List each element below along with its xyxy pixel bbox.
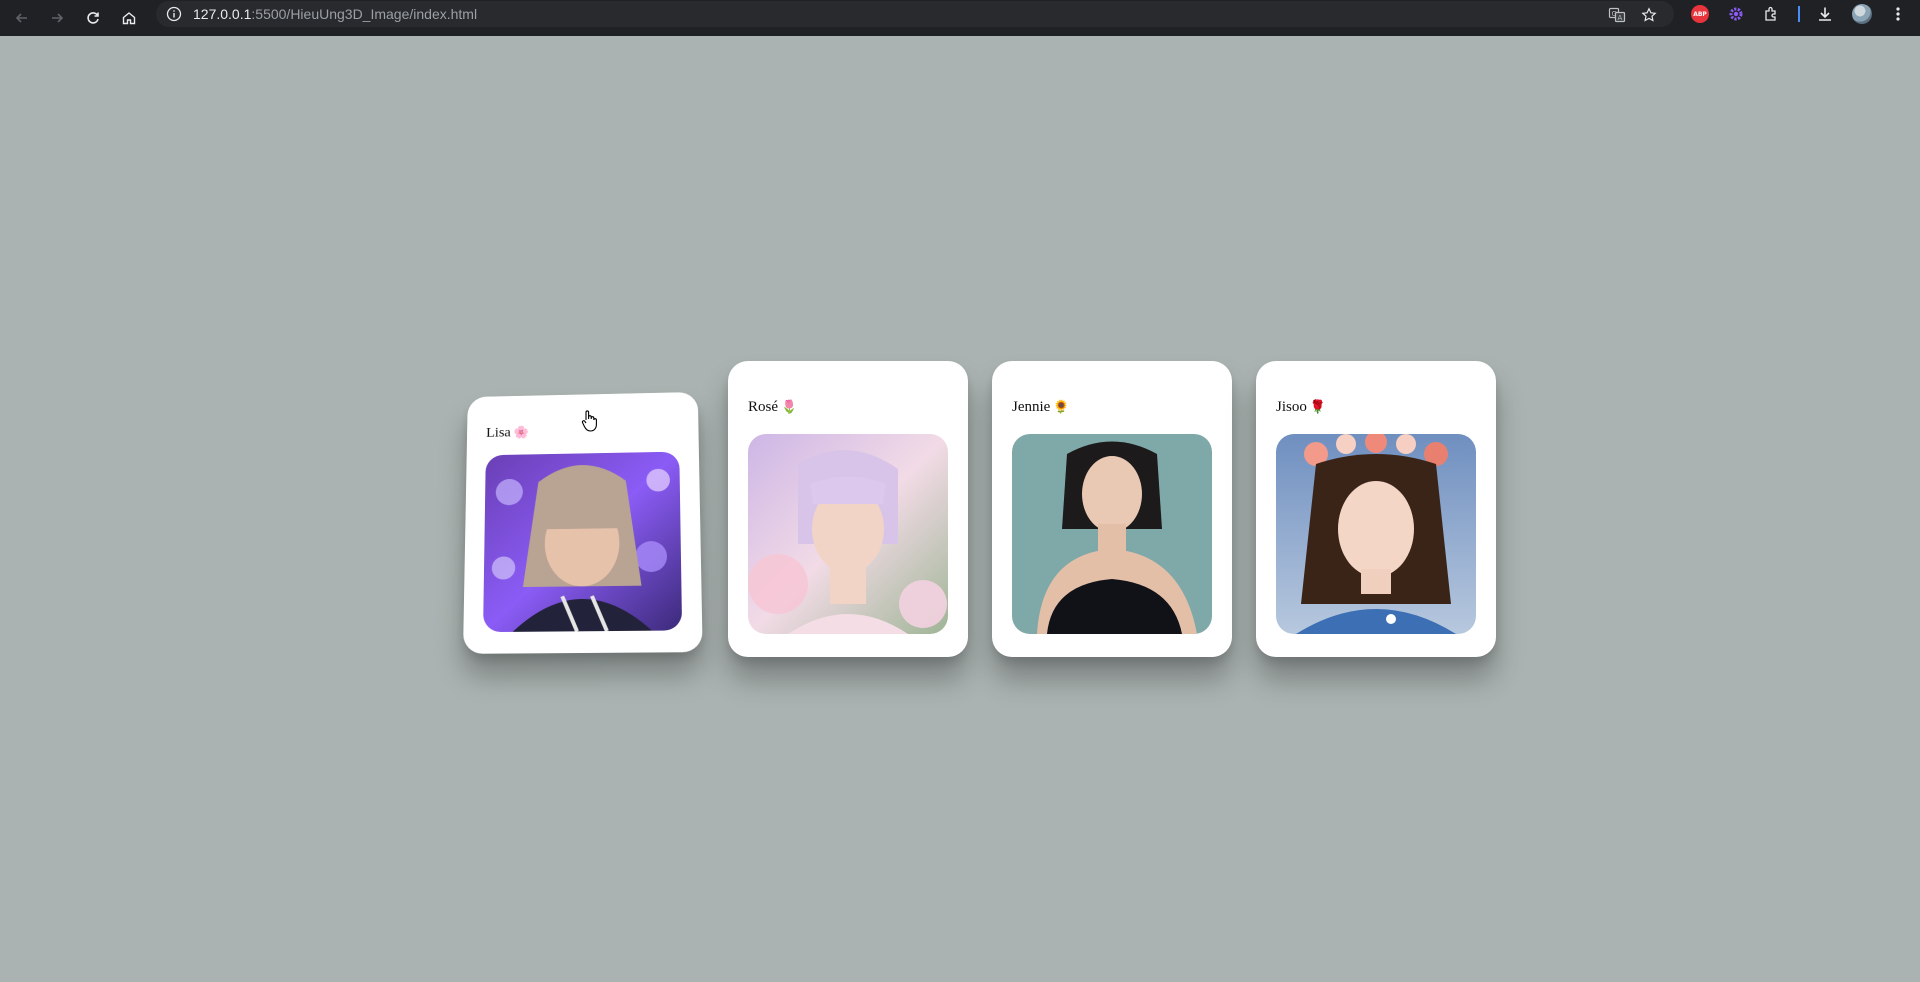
reload-button[interactable]: [79, 4, 107, 32]
download-icon: [1819, 7, 1831, 21]
forward-button[interactable]: [43, 4, 71, 32]
url-host: 127.0.0.1: [193, 6, 252, 22]
menu-kebab-icon: [1896, 7, 1900, 21]
blossom-icon: 🌸: [513, 425, 530, 440]
profile-avatar-icon: [1852, 4, 1872, 24]
card-title: Rosé 🌷: [748, 399, 797, 416]
toolbar-divider: [1798, 6, 1800, 22]
extension-gear-icon: [1729, 7, 1743, 21]
reload-icon: [87, 12, 99, 24]
card-title: Jisoo 🌹: [1276, 399, 1326, 416]
card-photo: [748, 434, 948, 634]
address-bar[interactable]: 127.0.0.1:5500/HieuUng3D_Image/index.htm…: [156, 1, 1674, 27]
card-jennie[interactable]: Jennie 🌻: [992, 361, 1232, 657]
card-rose[interactable]: Rosé 🌷: [728, 361, 968, 657]
translate-button[interactable]: G A: [1608, 6, 1626, 24]
card-title: Lisa 🌸: [486, 425, 529, 441]
gear-extension[interactable]: [1725, 3, 1747, 25]
card-photo: [483, 451, 683, 633]
bookmark-star-icon: [1641, 7, 1657, 22]
tulip-icon: 🌷: [781, 400, 798, 415]
browser-toolbar: 127.0.0.1:5500/HieuUng3D_Image/index.htm…: [0, 0, 1920, 36]
url-path: :5500/HieuUng3D_Image/index.html: [251, 6, 478, 22]
card-jisoo[interactable]: Jisoo 🌹: [1256, 361, 1496, 657]
card-title: Jennie 🌻: [1012, 399, 1070, 416]
forward-icon: [52, 13, 64, 23]
back-button[interactable]: [8, 4, 36, 32]
extensions-puzzle-icon: [1765, 6, 1776, 21]
url-text[interactable]: 127.0.0.1:5500/HieuUng3D_Image/index.htm…: [193, 6, 477, 22]
back-icon: [15, 13, 27, 23]
portrait-image: [1012, 434, 1212, 634]
adblock-icon: ABP: [1691, 5, 1709, 23]
extensions-button[interactable]: [1761, 3, 1783, 25]
card-photo: [1276, 434, 1476, 634]
page-content: Lisa 🌸 Rosé 🌷 Jennie 🌻 Jisoo 🌹: [0, 36, 1920, 982]
card-name: Jennie: [1012, 399, 1051, 415]
bookmark-button[interactable]: [1640, 6, 1658, 24]
adblock-extension[interactable]: ABP: [1689, 3, 1711, 25]
home-icon: [122, 12, 136, 25]
card-photo: [1012, 434, 1212, 634]
portrait-image: [748, 434, 948, 634]
downloads-button[interactable]: [1814, 3, 1836, 25]
sunflower-icon: 🌻: [1053, 400, 1070, 415]
rose-icon: 🌹: [1309, 400, 1327, 415]
svg-text:A: A: [1618, 14, 1623, 22]
card-name: Rosé: [748, 399, 778, 415]
portrait-image: [483, 451, 683, 633]
portrait-image: [1276, 434, 1476, 634]
hand-cursor-icon: [581, 410, 597, 432]
profile-button[interactable]: [1851, 3, 1873, 25]
card-name: Lisa: [486, 425, 511, 441]
home-button[interactable]: [115, 4, 143, 32]
info-icon[interactable]: [166, 6, 182, 22]
translate-icon: G A: [1608, 7, 1626, 23]
card-name: Jisoo: [1276, 399, 1307, 415]
menu-button[interactable]: [1887, 3, 1909, 25]
